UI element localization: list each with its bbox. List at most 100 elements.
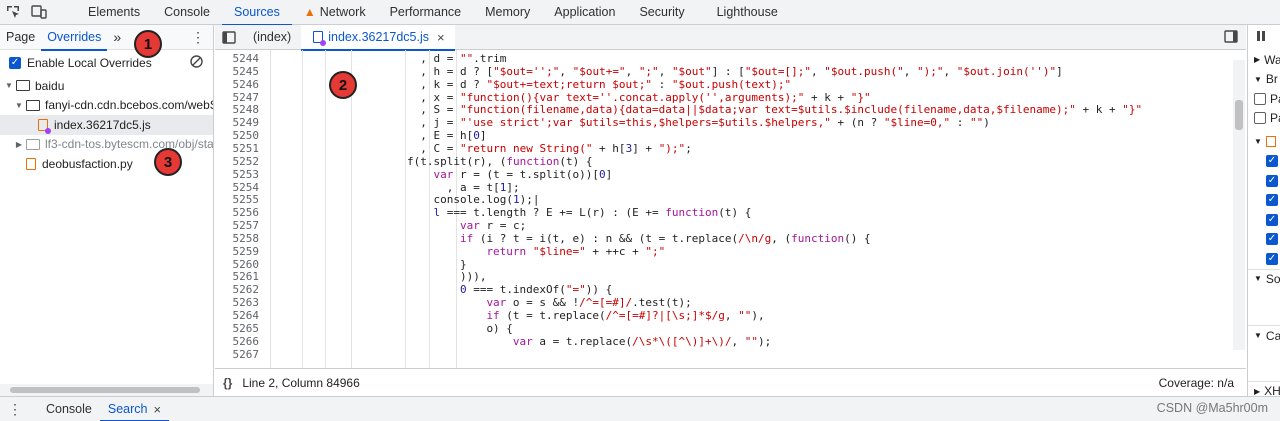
pause-option[interactable]: Pa [1248, 89, 1280, 109]
device-toolbar-icon[interactable] [26, 0, 52, 25]
code-line[interactable]: 5259 return "$line=" + ++c + ";" [215, 245, 1246, 259]
pretty-print-icon[interactable]: {} [223, 376, 232, 390]
line-number[interactable]: 5244 [215, 52, 260, 66]
breakpoint-checkbox[interactable]: ✓ [1266, 194, 1278, 207]
breakpoint-row[interactable]: ✓ [1248, 230, 1280, 250]
tree-file-index-js[interactable]: index.36217dc5.js [0, 115, 213, 135]
breakpoint-row[interactable]: ✓ [1248, 152, 1280, 172]
section-breakpoints[interactable]: ▼ Br [1248, 70, 1280, 90]
tab-label: Page [6, 30, 36, 44]
checkbox[interactable] [1254, 112, 1266, 125]
line-number[interactable]: 5264 [215, 309, 260, 323]
breakpoint-checkbox[interactable]: ✓ [1266, 155, 1278, 168]
line-number[interactable]: 5251 [215, 142, 260, 156]
line-number[interactable]: 5250 [215, 129, 260, 143]
breakpoint-checkbox[interactable]: ✓ [1266, 174, 1278, 187]
line-number[interactable]: 5265 [215, 322, 260, 336]
editor-tab-index[interactable]: (index) [243, 25, 301, 50]
expand-arrow-icon[interactable]: ▼ [14, 101, 24, 110]
tab-sources[interactable]: Sources [221, 0, 292, 26]
code-line[interactable]: 5266 var a = t.replace(/\s*\([^\)]+\)/, "… [215, 335, 1246, 349]
tab-page[interactable]: Page [0, 25, 41, 50]
annotation-badge-2: 2 [329, 71, 357, 99]
close-tab-icon[interactable]: × [437, 30, 445, 45]
section-xhr[interactable]: ▶ XH [1248, 382, 1280, 396]
main-tabbar: Elements Console Sources ▲ Network Perfor… [0, 0, 1280, 26]
inspect-element-icon[interactable] [0, 0, 26, 25]
code-line[interactable]: 5249, j = "'use strict';var $utils=this,… [215, 116, 1246, 130]
drawer-menu-icon[interactable]: ⋮ [8, 401, 22, 418]
section-scope[interactable]: ▼ So [1248, 268, 1280, 289]
breakpoint-checkbox[interactable]: ✓ [1266, 233, 1278, 246]
line-number[interactable]: 5252 [215, 155, 260, 169]
section-watch[interactable]: ▶ Wa [1248, 50, 1280, 70]
tab-elements[interactable]: Elements [76, 0, 152, 25]
breakpoint-checkbox[interactable]: ✓ [1266, 252, 1278, 265]
code-line[interactable]: 5254, a = t[1]; [215, 181, 1246, 195]
code-line[interactable]: 5260} [215, 258, 1246, 272]
line-number[interactable]: 5267 [215, 348, 260, 362]
code-line[interactable]: 5253 var r = (t = t.split(o))[0] [215, 168, 1246, 182]
breakpoint-row[interactable]: ✓ [1248, 210, 1280, 230]
tab-network[interactable]: ▲ Network [292, 0, 378, 25]
coverage-status[interactable]: Coverage: n/a [1159, 376, 1234, 390]
code-line[interactable]: 5244, d = "".trim [215, 52, 1246, 66]
breakpoint-row[interactable]: ✓ [1248, 249, 1280, 269]
code-line[interactable]: 5252 f(t.split(r), (function(t) { [215, 155, 1246, 169]
tree-folder-baidu[interactable]: ▼ baidu [0, 76, 213, 96]
more-tabs-button[interactable]: » [107, 25, 127, 50]
scrollbar-thumb[interactable] [10, 387, 200, 393]
editor-vertical-scrollbar[interactable] [1233, 60, 1245, 350]
pause-script-icon[interactable] [1256, 30, 1266, 45]
tree-folder-lf3[interactable]: ▶ lf3-cdn-tos.bytescm.com/obj/stat [0, 135, 213, 155]
breakpoint-file-row[interactable]: ▼ [1248, 132, 1280, 152]
checkbox[interactable] [1254, 92, 1266, 105]
expand-arrow-icon[interactable]: ▼ [4, 81, 14, 90]
line-number[interactable]: 5258 [215, 232, 260, 246]
tab-application[interactable]: Application [542, 0, 627, 25]
section-call-stack[interactable]: ▼ Ca [1248, 326, 1280, 346]
code-line[interactable]: 5251, C = "return new String(" + h[3] + … [215, 142, 1246, 156]
tab-console[interactable]: Console [152, 0, 222, 25]
tab-lighthouse[interactable]: Lighthouse [705, 0, 790, 25]
code-line[interactable]: 5262 0 === t.indexOf("=")) { [215, 283, 1246, 297]
close-tab-icon[interactable]: × [153, 402, 161, 417]
enable-overrides-checkbox[interactable]: ✓ [9, 57, 21, 69]
code-line[interactable]: 5261))), [215, 271, 1246, 284]
code-line[interactable]: 5257 var r = c; [215, 219, 1246, 233]
line-number[interactable]: 5259 [215, 245, 260, 259]
code-line[interactable]: 5250, E = h[0] [215, 129, 1246, 143]
line-number[interactable]: 5257 [215, 219, 260, 233]
toggle-debugger-icon[interactable] [1224, 30, 1238, 46]
kebab-menu-icon[interactable]: ⋮ [191, 30, 205, 44]
code-line[interactable]: 5256 l === t.length ? E += L(r) : (E += f… [215, 206, 1246, 220]
breakpoint-row[interactable]: ✓ [1248, 191, 1280, 211]
code-line[interactable]: 5264 if (t = t.replace(/^=[=#]?|[\s;]*$/g… [215, 309, 1246, 323]
breakpoint-checkbox[interactable]: ✓ [1266, 213, 1278, 226]
folder-icon [26, 138, 40, 150]
tab-performance[interactable]: Performance [378, 0, 474, 25]
drawer-tab-search[interactable]: Search × [99, 397, 170, 421]
tree-folder-fanyi[interactable]: ▼ fanyi-cdn.cdn.bcebos.com/webS [0, 96, 213, 116]
scrollbar-thumb[interactable] [1235, 100, 1243, 130]
file-icon [26, 157, 36, 170]
drawer-tab-console[interactable]: Console [38, 397, 100, 421]
tab-overrides[interactable]: Overrides [41, 25, 108, 51]
navigator-horizontal-scrollbar[interactable] [0, 384, 213, 396]
collapse-arrow-icon[interactable]: ▶ [14, 140, 24, 149]
tab-memory[interactable]: Memory [473, 0, 542, 25]
tab-security[interactable]: Security [627, 0, 696, 25]
line-number[interactable]: 5245 [215, 65, 260, 79]
clear-overrides-icon[interactable] [190, 55, 203, 71]
code-line[interactable]: 5267 [215, 348, 1246, 362]
code-content[interactable]: 5244, d = "".trim 5245, h = d ? ["$out=''… [215, 50, 1246, 380]
toggle-navigator-icon[interactable] [215, 25, 243, 50]
scope-content [1248, 288, 1280, 326]
breakpoint-row[interactable]: ✓ [1248, 171, 1280, 191]
line-number[interactable]: 5246 [215, 78, 260, 92]
line-number[interactable]: 5253 [215, 168, 260, 182]
editor-tab-index-js[interactable]: index.36217dc5.js × [301, 24, 455, 51]
pause-option[interactable]: Pa [1248, 109, 1280, 129]
line-number[interactable]: 5266 [215, 335, 260, 349]
code-line[interactable]: 5258 if (i ? t = i(t, e) : n && (t = t.re… [215, 232, 1246, 246]
